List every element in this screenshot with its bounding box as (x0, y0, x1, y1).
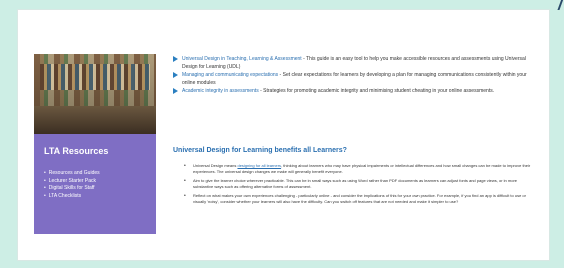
bookshelf-graphic (40, 64, 150, 90)
desk-graphic (34, 106, 156, 134)
resource-link-resources-guides[interactable]: Resources and Guides (44, 170, 100, 178)
arrow-right-icon (173, 72, 178, 78)
resource-link-list: Resources and Guides Lecturer Starter Pa… (44, 170, 100, 200)
udl-bullet-3: Reflect on what makes your own experienc… (184, 193, 532, 205)
guide-link-udl[interactable]: Universal Design in Teaching, Learning &… (182, 56, 302, 62)
udl-bullet-3-text: Reflect on what makes your own experienc… (193, 193, 526, 204)
guide-link-integrity[interactable]: Academic integrity in assessments (182, 88, 259, 94)
designing-for-all-link[interactable]: designing for all learners (237, 163, 281, 168)
guide-desc-integrity: - Strategies for promoting academic inte… (258, 88, 495, 94)
section-heading: Universal Design for Learning benefits a… (173, 147, 347, 154)
arrow-right-icon (173, 88, 178, 94)
corner-mark (551, 0, 564, 10)
resources-panel: LTA Resources Resources and Guides Lectu… (34, 54, 156, 234)
udl-bullet-1-pre: Universal Design means (193, 163, 238, 168)
guide-item-integrity: Academic integrity in assessments - Stra… (173, 87, 533, 95)
udl-bullet-list: Universal Design means designing for all… (184, 163, 532, 208)
udl-bullet-2-text: Aim to give the learner choice wherever … (193, 178, 518, 189)
guide-item-udl: Universal Design in Teaching, Learning &… (173, 55, 533, 71)
panel-title: LTA Resources (44, 146, 109, 156)
resource-link-digital-skills[interactable]: Digital Skills for Staff (44, 185, 100, 193)
guide-link-expectations[interactable]: Managing and communicating expectations (182, 72, 278, 78)
udl-bullet-1: Universal Design means designing for all… (184, 163, 532, 175)
udl-bullet-2: Aim to give the learner choice wherever … (184, 178, 532, 190)
library-photo (34, 54, 156, 134)
content-page: LTA Resources Resources and Guides Lectu… (18, 10, 549, 260)
guide-item-expectations: Managing and communicating expectations … (173, 71, 533, 87)
resource-link-lta-checklists[interactable]: LTA Checklists (44, 193, 100, 201)
arrow-right-icon (173, 56, 178, 62)
guide-link-list: Universal Design in Teaching, Learning &… (173, 55, 533, 95)
resource-link-lecturer-starter-pack[interactable]: Lecturer Starter Pack (44, 178, 100, 186)
